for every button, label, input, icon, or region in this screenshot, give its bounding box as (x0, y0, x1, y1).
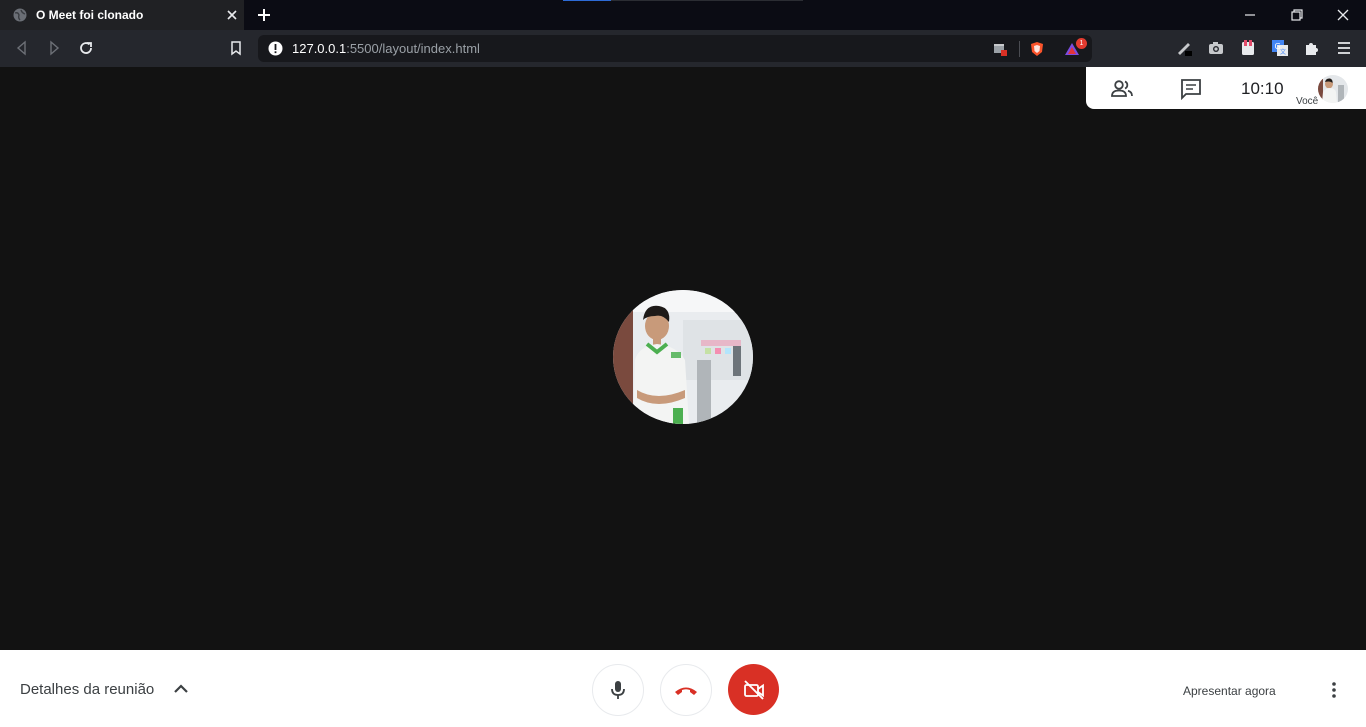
microphone-icon (611, 681, 625, 699)
extensions-puzzle-icon[interactable] (1303, 39, 1321, 57)
clipboard-extension-icon[interactable] (1239, 39, 1257, 57)
close-tab-icon[interactable] (224, 7, 240, 23)
participants-icon[interactable] (1110, 78, 1134, 100)
url-text: 127.0.0.1:5500/layout/index.html (292, 41, 480, 56)
more-options-icon[interactable] (1324, 680, 1344, 700)
url-path: :5500/layout/index.html (346, 41, 480, 56)
back-icon[interactable] (13, 39, 31, 57)
close-window-icon[interactable] (1334, 6, 1352, 24)
tab-strip: O Meet foi clonado (0, 0, 1366, 30)
hang-up-icon (675, 687, 697, 695)
forward-icon[interactable] (45, 39, 63, 57)
tab-loading-line (563, 0, 803, 1)
camera-off-icon (743, 679, 764, 700)
meeting-controls-bar: Detalhes da reunião Apresentar agora (0, 650, 1366, 727)
self-photo (1318, 75, 1348, 103)
meeting-top-bar: 10:10 Você (1086, 67, 1366, 109)
address-bar[interactable]: 127.0.0.1:5500/layout/index.html 1 (258, 35, 1092, 62)
participant-avatar (613, 290, 753, 424)
minimize-icon[interactable] (1241, 6, 1259, 24)
url-host: 127.0.0.1 (292, 41, 347, 56)
self-label: Você (1296, 96, 1319, 107)
reload-icon[interactable] (77, 39, 95, 57)
restore-icon[interactable] (1288, 6, 1306, 24)
svg-text:文: 文 (1280, 48, 1286, 56)
chevron-up-icon[interactable] (172, 680, 190, 698)
browser-toolbar: 127.0.0.1:5500/layout/index.html 1 G 文 (0, 30, 1366, 67)
present-now-button[interactable]: Apresentar agora (1183, 684, 1276, 698)
bookmark-icon[interactable] (227, 39, 245, 57)
new-tab-icon[interactable] (255, 6, 273, 24)
google-translate-icon[interactable]: G 文 (1271, 39, 1289, 57)
meeting-stage: 10:10 Você (0, 67, 1366, 650)
tab-title: O Meet foi clonado (36, 8, 144, 22)
blocked-popup-icon[interactable] (991, 40, 1009, 58)
pen-extension-icon[interactable] (1175, 39, 1193, 57)
site-info-icon[interactable] (268, 41, 283, 56)
meeting-details-button[interactable]: Detalhes da reunião (20, 681, 154, 698)
brave-shields-icon[interactable] (1028, 40, 1046, 58)
camera-toggle-button[interactable] (728, 664, 779, 715)
rewards-badge: 1 (1076, 38, 1087, 49)
leave-call-button[interactable] (660, 664, 712, 716)
globe-icon (13, 8, 27, 22)
self-avatar[interactable] (1318, 75, 1348, 103)
omnibox-separator (1019, 41, 1020, 57)
participant-photo (613, 290, 753, 424)
chat-icon[interactable] (1179, 78, 1203, 100)
microphone-button[interactable] (592, 664, 644, 716)
camera-extension-icon[interactable] (1207, 39, 1225, 57)
browser-menu-icon[interactable] (1335, 39, 1353, 57)
meeting-clock: 10:10 (1241, 79, 1284, 98)
browser-tab[interactable]: O Meet foi clonado (0, 0, 244, 30)
